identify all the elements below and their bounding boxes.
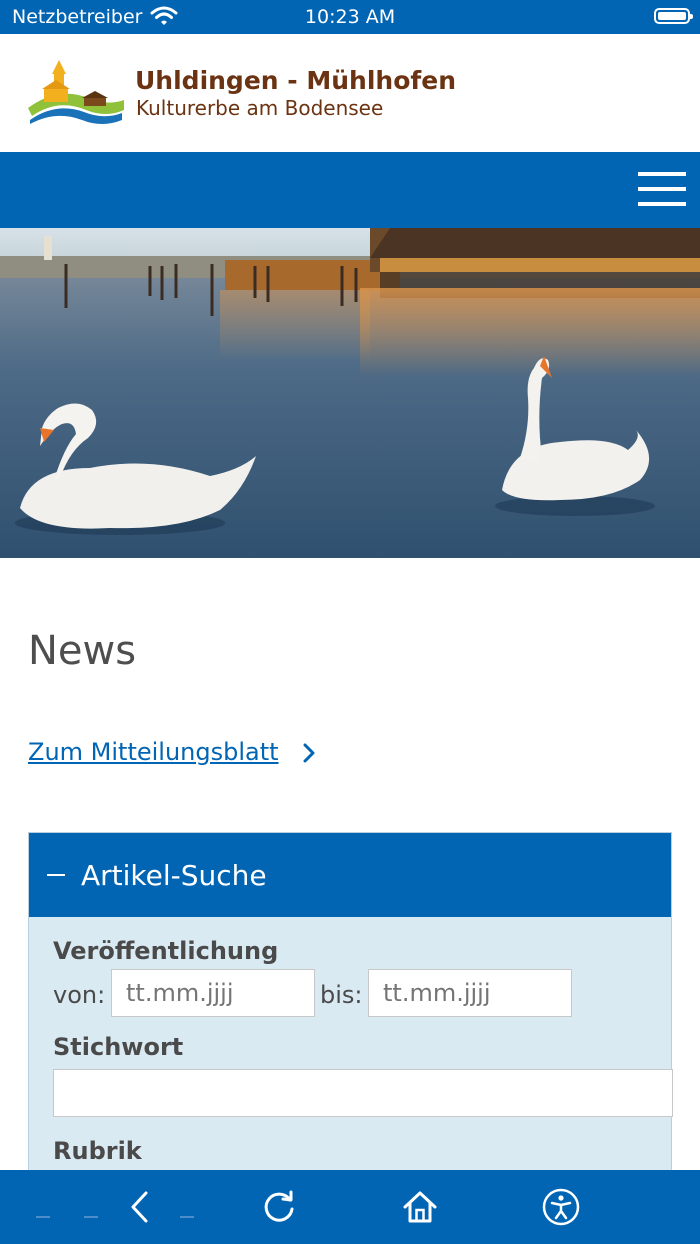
keyword-label: Stichwort <box>53 1033 184 1061</box>
chevron-right-icon[interactable] <box>302 742 316 764</box>
category-label: Rubrik <box>53 1137 142 1165</box>
site-title[interactable]: Uhldingen - Mühlhofen <box>135 66 456 95</box>
page-title: News <box>28 628 137 674</box>
date-to-input[interactable] <box>368 969 572 1017</box>
logo[interactable] <box>28 58 124 128</box>
site-header: Uhldingen - Mühlhofen Kulturerbe am Bode… <box>0 34 700 152</box>
minus-icon <box>47 874 65 876</box>
article-search-title: Artikel-Suche <box>81 859 267 892</box>
home-icon[interactable] <box>397 1184 443 1230</box>
from-label: von: <box>53 981 106 1009</box>
toolbar-divider <box>180 1216 194 1218</box>
toolbar-divider <box>84 1216 98 1218</box>
nav-bar <box>0 152 700 228</box>
keyword-input[interactable] <box>53 1069 673 1117</box>
article-search-toggle[interactable]: Artikel-Suche <box>29 833 671 917</box>
bottom-toolbar <box>0 1170 700 1244</box>
toolbar-divider <box>36 1216 50 1218</box>
bulletin-link[interactable]: Zum Mitteilungsblatt <box>28 738 279 766</box>
reload-icon[interactable] <box>256 1184 302 1230</box>
site-subtitle: Kulturerbe am Bodensee <box>136 96 384 120</box>
to-label: bis: <box>320 981 363 1009</box>
status-bar: Netzbetreiber 10:23 AM <box>0 0 700 34</box>
clock: 10:23 AM <box>304 6 396 28</box>
menu-icon[interactable] <box>638 172 686 208</box>
date-from-input[interactable] <box>111 969 315 1017</box>
back-icon[interactable] <box>118 1184 164 1230</box>
publication-label: Veröffentlichung <box>53 937 279 965</box>
hero-image <box>0 228 700 558</box>
accessibility-icon[interactable] <box>538 1184 584 1230</box>
battery-icon <box>654 8 693 24</box>
